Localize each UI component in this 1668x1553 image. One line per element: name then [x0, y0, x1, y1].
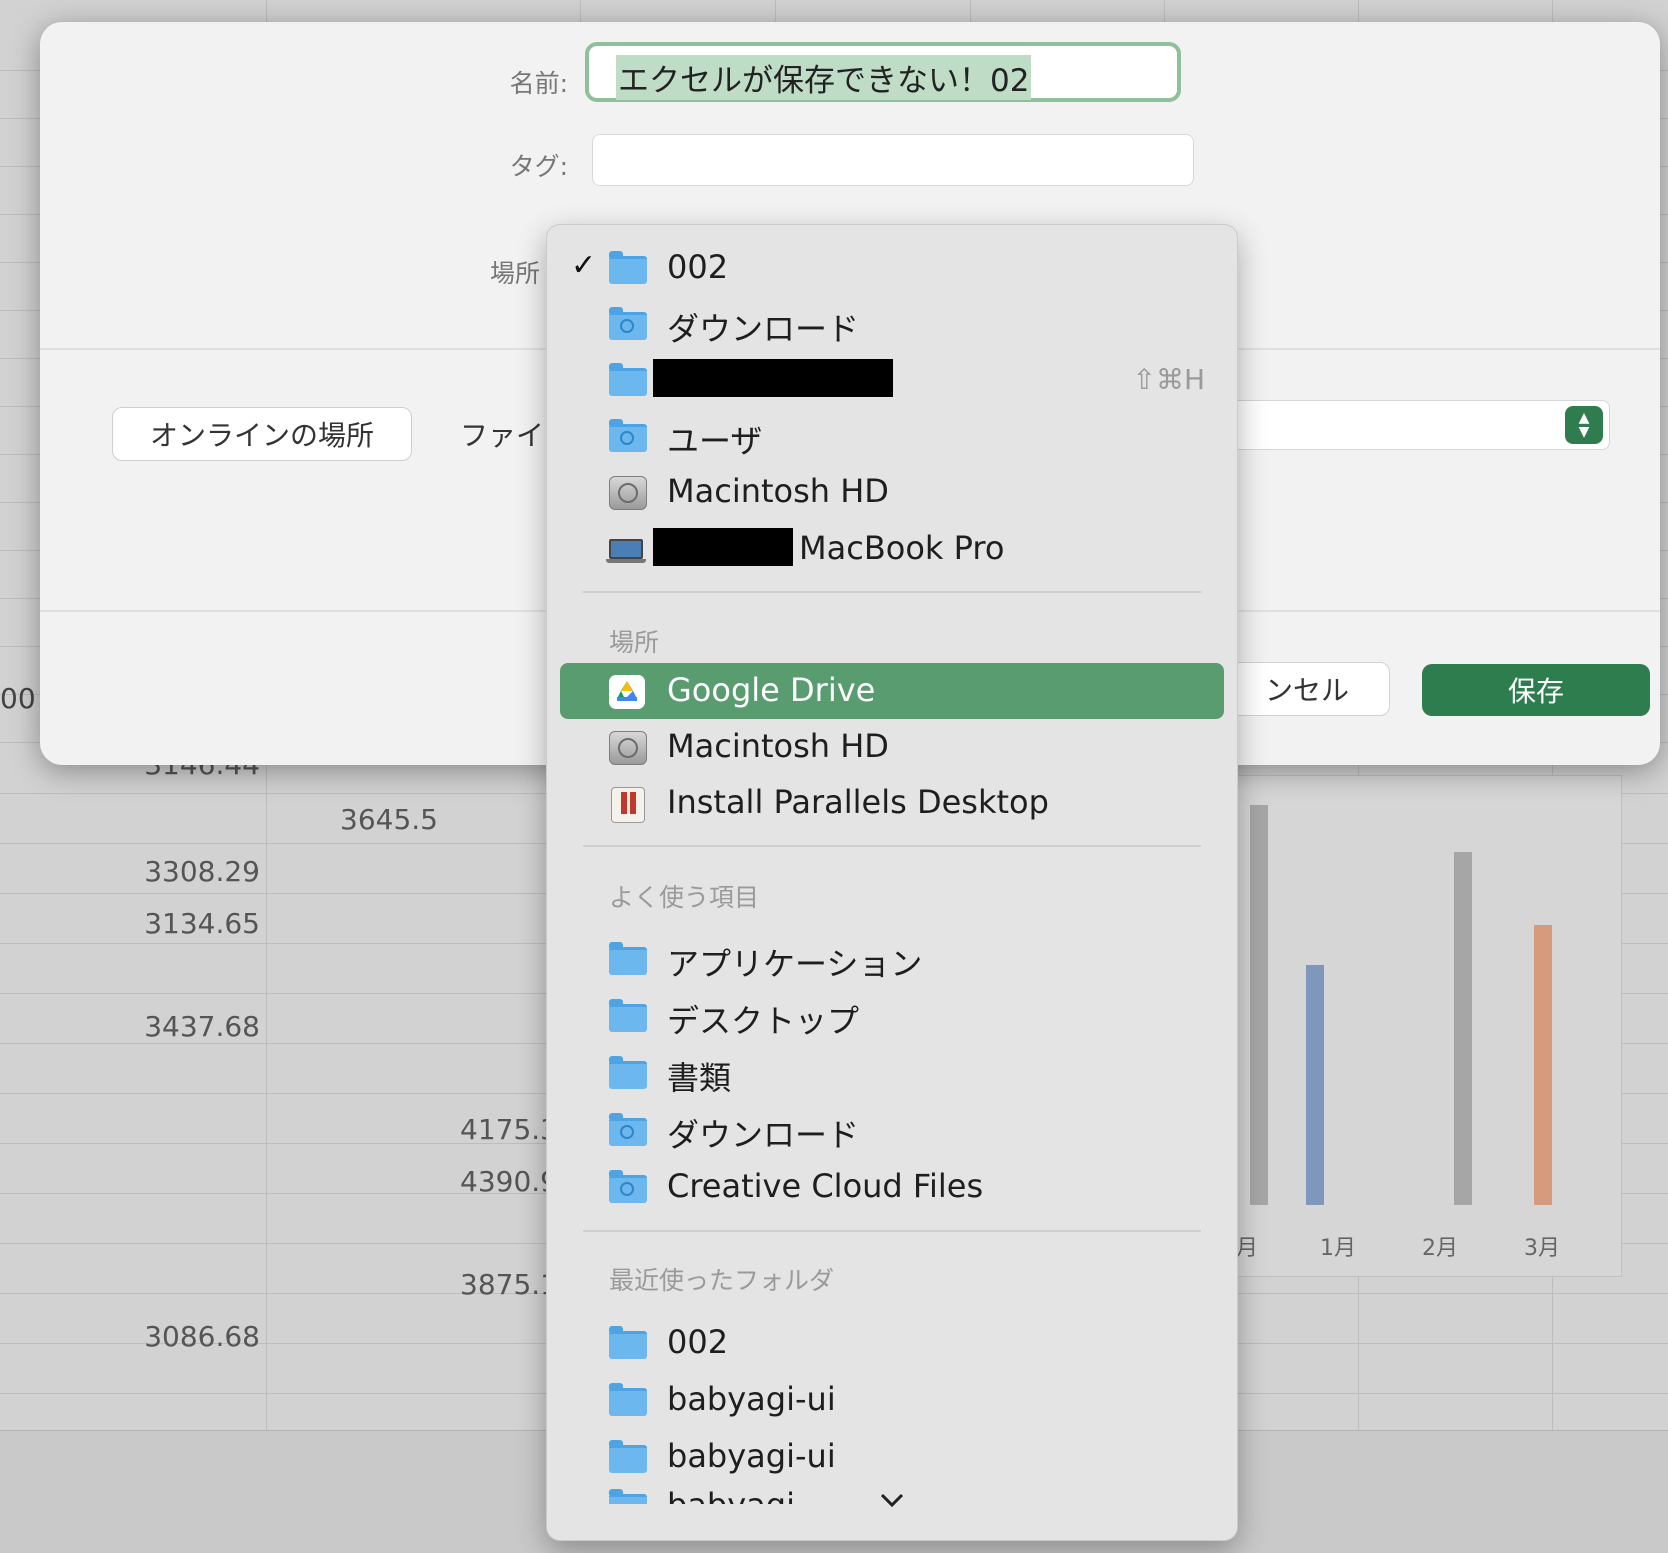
tag-label: タグ: — [509, 152, 568, 181]
section-header-locations: 場所 — [609, 628, 660, 657]
file-format-label: ファイ — [460, 419, 545, 452]
folder-icon — [609, 1489, 647, 1504]
chart-bar — [1454, 852, 1472, 1205]
menu-item-macintosh-hd[interactable]: Macintosh HD — [547, 719, 1237, 775]
menu-item-macintosh-hd[interactable]: Macintosh HD — [547, 464, 1237, 520]
name-input[interactable]: エクセルが保存できない！02 — [585, 42, 1181, 102]
cell-value: 3134.65 — [144, 907, 260, 940]
edge-cell-text: 00 — [0, 682, 36, 715]
menu-item-desktop[interactable]: デスクトップ — [547, 988, 1237, 1044]
applications-folder-icon — [609, 942, 647, 975]
menu-item-label: babyagi-ui — [667, 1437, 836, 1475]
menu-item-documents[interactable]: 書類 — [547, 1045, 1237, 1101]
menu-item-label: Google Drive — [667, 671, 876, 709]
menu-item-label: アプリケーション — [667, 945, 923, 983]
menu-item-creative-cloud-files[interactable]: Creative Cloud Files — [547, 1159, 1237, 1215]
cell-value: 3308.29 — [144, 855, 260, 888]
menu-item-downloads[interactable]: ダウンロード — [547, 1102, 1237, 1158]
home-folder-icon — [609, 363, 647, 396]
hard-drive-icon — [609, 476, 647, 510]
menu-item-install-parallels[interactable]: Install Parallels Desktop — [547, 775, 1237, 831]
menu-item-recent-babyagi-ui[interactable]: babyagi-ui — [547, 1429, 1237, 1485]
menu-divider — [583, 1230, 1201, 1232]
name-input-value: エクセルが保存できない！02 — [616, 55, 1032, 100]
menu-item-label: デスクトップ — [667, 1002, 860, 1040]
folder-icon — [609, 1383, 647, 1416]
chart-month-label: 2月 — [1422, 1236, 1458, 1261]
chart-bar — [1534, 925, 1552, 1205]
menu-item-label: ダウンロード — [667, 310, 860, 348]
menu-item-label: Macintosh HD — [667, 727, 889, 765]
menu-item-users[interactable]: ユーザ — [547, 408, 1237, 464]
laptop-icon — [606, 533, 647, 565]
menu-item-002[interactable]: ✓ 002 — [547, 240, 1237, 296]
menu-divider — [583, 845, 1201, 847]
menu-item-label: babyagi — [667, 1486, 795, 1504]
folder-icon — [609, 1326, 647, 1359]
creative-cloud-folder-icon — [609, 1170, 647, 1203]
chart-month-label: 1月 — [1320, 1236, 1356, 1261]
desktop-folder-icon — [609, 999, 647, 1032]
folder-icon — [609, 1440, 647, 1473]
menu-item-label: 書類 — [667, 1059, 732, 1097]
cell-value: 3645.5 — [340, 803, 438, 836]
folder-icon — [609, 251, 647, 284]
chart-month-label: 3月 — [1524, 1236, 1560, 1261]
menu-item-label: Creative Cloud Files — [667, 1167, 984, 1205]
section-header-recent: 最近使ったフォルダ — [609, 1266, 835, 1295]
menu-item-label: Macintosh HD — [667, 472, 889, 510]
shortcut-hint: ⇧⌘H — [1132, 363, 1205, 396]
menu-item-recent-002[interactable]: 002 — [547, 1315, 1237, 1371]
chart-bar — [1250, 805, 1268, 1205]
checkmark-icon: ✓ — [571, 248, 597, 283]
menu-item-google-drive[interactable]: Google Drive — [560, 663, 1224, 719]
menu-item-macbook-pro[interactable]: MacBook Pro — [547, 521, 1237, 577]
section-header-favorites: よく使う項目 — [609, 883, 760, 912]
tag-input[interactable] — [592, 134, 1194, 186]
chart-bar — [1306, 965, 1324, 1205]
menu-item-recent-babyagi-ui[interactable]: babyagi-ui — [547, 1372, 1237, 1428]
chevron-up-down-icon[interactable]: ▲ ▼ — [1565, 406, 1603, 444]
name-label: 名前: — [509, 69, 568, 98]
menu-item-label: 002 — [667, 1323, 729, 1361]
hard-drive-icon — [609, 731, 647, 765]
menu-item-home[interactable]: ⇧⌘H — [547, 352, 1237, 408]
menu-divider — [583, 591, 1201, 593]
chart-month-label: 月 — [1236, 1236, 1259, 1261]
redacted-username — [653, 359, 893, 397]
cell-value: 3086.68 — [144, 1320, 260, 1353]
menu-item-label: MacBook Pro — [799, 529, 1005, 567]
scroll-down-chevron-icon[interactable] — [877, 1490, 907, 1514]
menu-item-label: 002 — [667, 248, 729, 286]
redacted-computer-name — [653, 528, 793, 566]
location-label: 場所 — [489, 259, 540, 288]
location-popup-menu[interactable]: ✓ 002 ダウンロード ⇧⌘H ユーザ Macintosh HD MacBoo… — [546, 224, 1238, 1541]
menu-item-applications[interactable]: アプリケーション — [547, 931, 1237, 987]
users-folder-icon — [609, 419, 647, 452]
menu-item-label: ダウンロード — [667, 1116, 860, 1154]
documents-folder-icon — [609, 1056, 647, 1089]
menu-item-label: Install Parallels Desktop — [667, 783, 1049, 821]
downloads-folder-icon — [609, 1113, 647, 1146]
parallels-installer-icon — [609, 787, 647, 823]
file-format-select[interactable]: ▲ ▼ — [1230, 400, 1610, 450]
menu-item-downloads[interactable]: ダウンロード — [547, 296, 1237, 352]
downloads-folder-icon — [609, 307, 647, 340]
online-locations-button[interactable]: オンラインの場所 — [112, 407, 412, 461]
save-button[interactable]: 保存 — [1422, 664, 1650, 716]
google-drive-icon — [609, 675, 647, 709]
cell-value: 3437.68 — [144, 1010, 260, 1043]
menu-item-label: ユーザ — [667, 422, 763, 460]
menu-item-label: babyagi-ui — [667, 1380, 836, 1418]
